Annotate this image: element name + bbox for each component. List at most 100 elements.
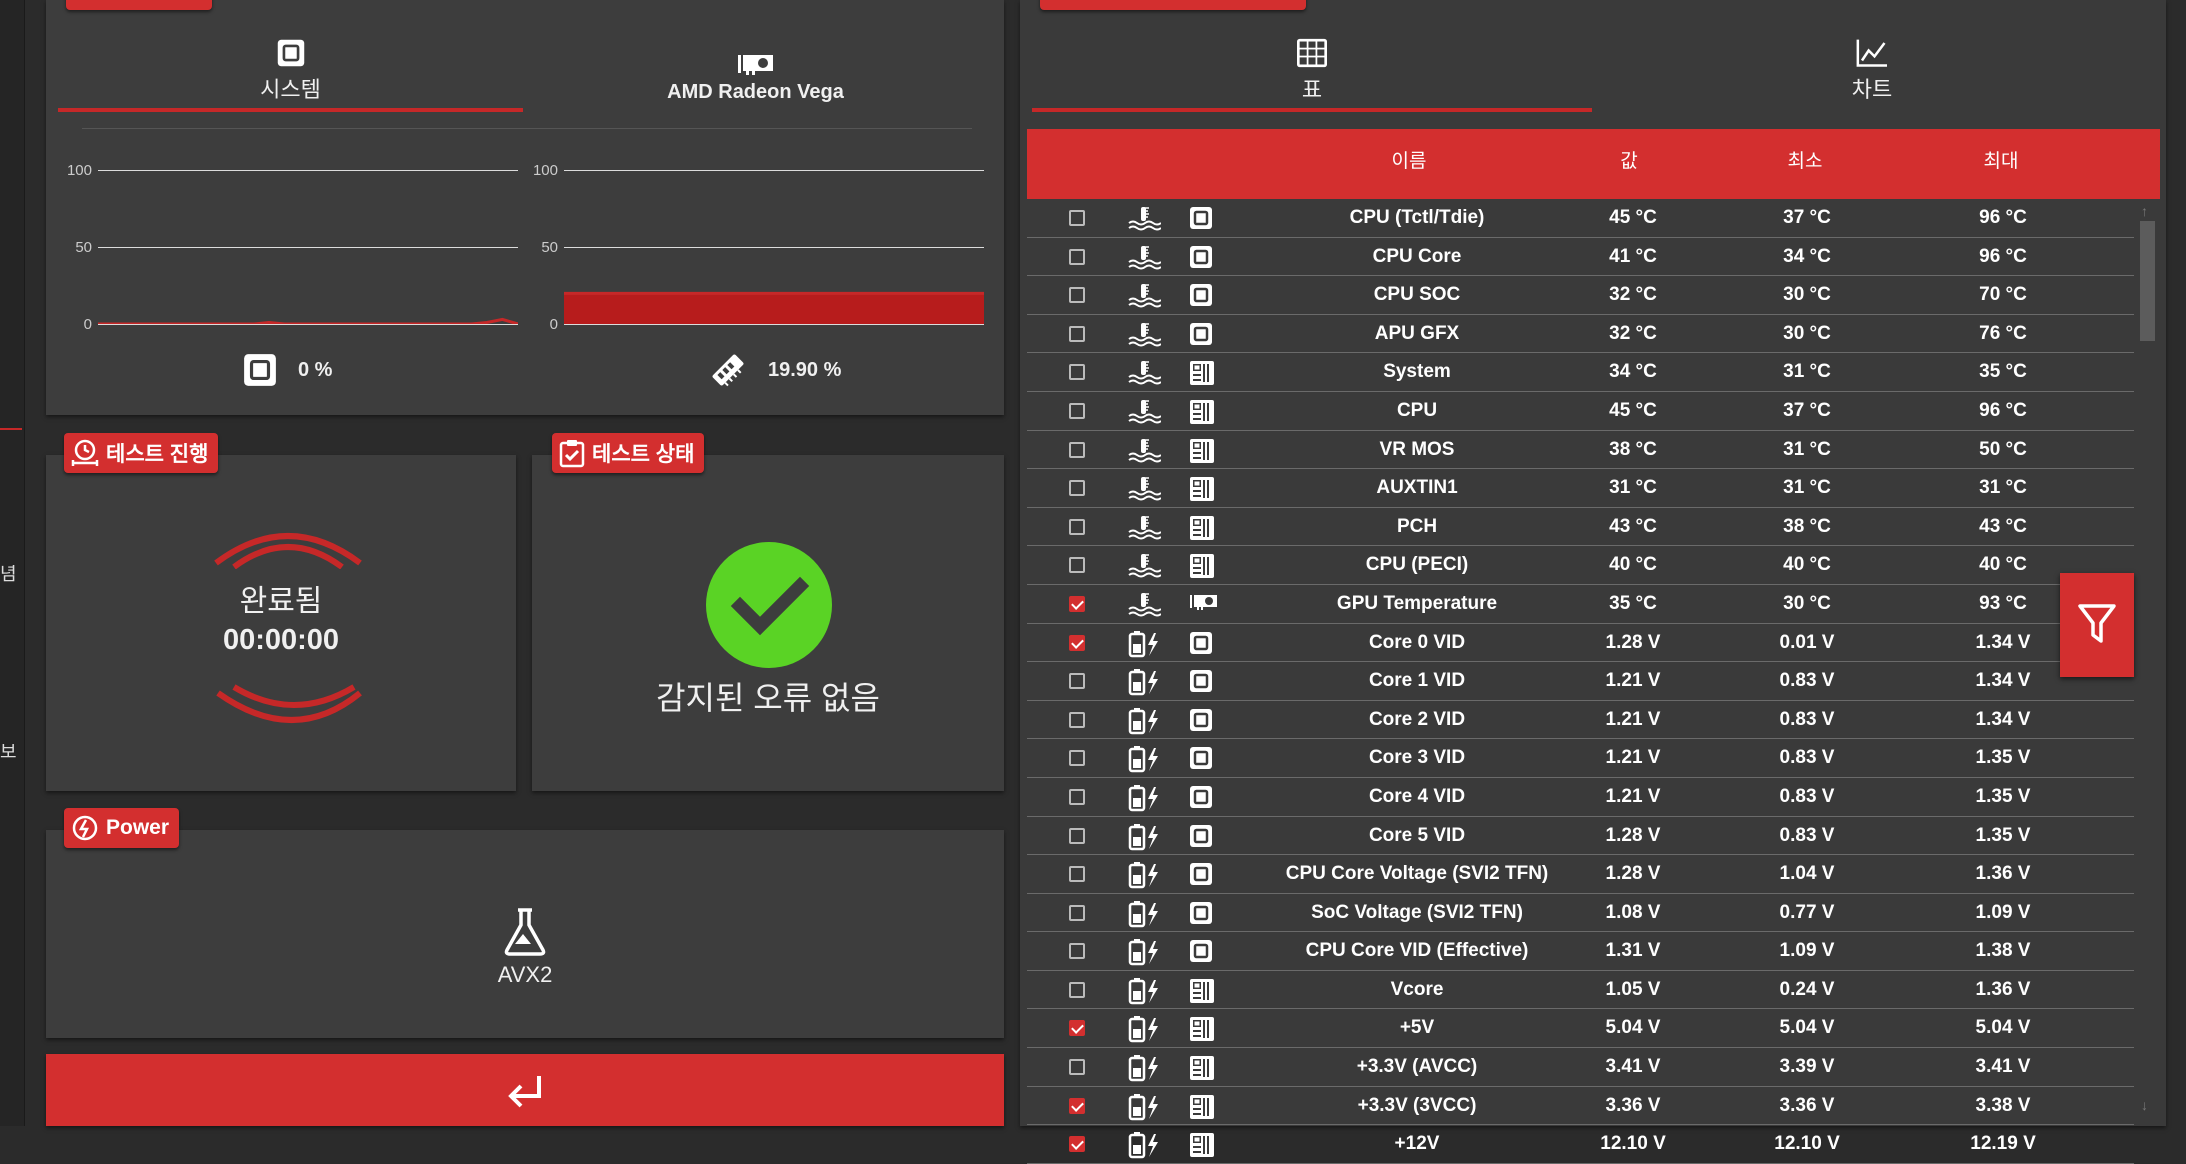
column-header-max[interactable]: 최대	[1913, 129, 2089, 199]
row-checkbox[interactable]	[1069, 788, 1085, 805]
row-checkbox[interactable]	[1069, 287, 1085, 304]
y-tick-label: 0	[83, 316, 92, 333]
row-checkbox[interactable]	[1069, 364, 1085, 381]
row-checkbox[interactable]	[1069, 750, 1085, 767]
column-header-min[interactable]: 최소	[1717, 129, 1893, 199]
row-checkbox[interactable]	[1069, 981, 1085, 998]
column-header-value[interactable]: 값	[1563, 129, 1695, 199]
sensor-min: 31 °C	[1783, 438, 1831, 460]
table-row[interactable]: +5V 5.04 V 5.04 V 5.04 V	[1027, 1009, 2134, 1049]
row-checkbox[interactable]	[1069, 441, 1085, 458]
row-checkbox[interactable]	[1069, 1059, 1085, 1076]
table-row[interactable]: Core 1 VID 1.21 V 0.83 V 1.34 V	[1027, 662, 2134, 701]
table-row[interactable]: CPU Core Voltage (SVI2 TFN) 1.28 V 1.04 V 1…	[1027, 855, 2134, 894]
sensor-min: 5.04 V	[1779, 1017, 1835, 1039]
row-checkbox[interactable]	[1069, 711, 1085, 728]
monitor-panel-badge	[66, 0, 212, 10]
row-checkbox[interactable]	[1069, 827, 1085, 844]
y-tick-label: 50	[541, 239, 558, 256]
table-row[interactable]: CPU SOC 32 °C 30 °C 70 °C	[1027, 276, 2134, 315]
table-row[interactable]: +12V 12.10 V 12.10 V 12.19 V	[1027, 1125, 2134, 1164]
table-row[interactable]: CPU (Tctl/Tdie) 45 °C 37 °C 96 °C	[1027, 199, 2134, 238]
row-checkbox[interactable]	[1069, 248, 1085, 265]
line-chart-icon	[1856, 39, 1887, 67]
sensor-value: 1.21 V	[1605, 747, 1661, 769]
sensor-name: GPU Temperature	[1336, 592, 1498, 614]
system-usage-chart: 100 50 0	[56, 160, 536, 340]
sensor-name: System	[1383, 361, 1451, 383]
enter-return-icon	[508, 1076, 541, 1108]
row-checkbox[interactable]	[1069, 904, 1085, 921]
motherboard-icon	[1189, 1132, 1215, 1163]
tab-label: AMD Radeon Vega	[667, 81, 844, 103]
chart-plot-area	[98, 317, 518, 324]
cpu-usage-readout: 0 %	[242, 352, 332, 388]
table-row[interactable]: Core 2 VID 1.21 V 0.83 V 1.34 V	[1027, 701, 2134, 740]
row-checkbox[interactable]	[1069, 595, 1085, 612]
table-row[interactable]: PCH 43 °C 38 °C 43 °C	[1027, 508, 2134, 547]
table-row[interactable]: APU GFX 32 °C 30 °C 76 °C	[1027, 315, 2134, 354]
sensor-max: 35 °C	[1979, 361, 2027, 383]
sensor-min: 0.01 V	[1779, 631, 1835, 653]
row-checkbox[interactable]	[1069, 402, 1085, 419]
row-checkbox[interactable]	[1069, 210, 1085, 226]
tab-gpu[interactable]: AMD Radeon Vega	[523, 38, 988, 104]
sensor-max: 96 °C	[1979, 245, 2027, 267]
row-checkbox[interactable]	[1069, 325, 1085, 342]
cpu-chip-icon	[1189, 862, 1213, 891]
sensor-name: +5V	[1399, 1017, 1435, 1039]
row-checkbox[interactable]	[1069, 866, 1085, 883]
test-status-badge: 테스트 상태	[552, 433, 705, 473]
row-checkbox[interactable]	[1069, 480, 1085, 497]
sensor-name: CPU (Tctl/Tdie)	[1349, 207, 1485, 228]
table-row[interactable]: AUXTIN1 31 °C 31 °C 31 °C	[1027, 469, 2134, 508]
table-row[interactable]: Core 3 VID 1.21 V 0.83 V 1.35 V	[1027, 739, 2134, 778]
row-checkbox[interactable]	[1069, 518, 1085, 535]
return-button[interactable]	[46, 1054, 1004, 1126]
row-checkbox[interactable]	[1069, 557, 1085, 574]
sidebar-edge: 념 보	[0, 0, 25, 1126]
thermometer-icon	[1127, 205, 1162, 238]
table-row[interactable]: Core 5 VID 1.28 V 0.83 V 1.35 V	[1027, 817, 2134, 856]
scrollbar-thumb[interactable]	[2140, 221, 2155, 341]
table-row[interactable]: +3.3V (3VCC) 3.36 V 3.36 V 3.38 V	[1027, 1087, 2134, 1126]
row-checkbox[interactable]	[1069, 1020, 1085, 1037]
scroll-down-icon[interactable]: ↓	[2141, 1097, 2148, 1113]
table-row[interactable]: CPU 45 °C 37 °C 96 °C	[1027, 392, 2134, 431]
y-tick-label: 0	[549, 316, 558, 333]
table-row[interactable]: CPU (PECI) 40 °C 40 °C 40 °C	[1027, 546, 2134, 585]
table-row[interactable]: Vcore 1.05 V 0.24 V 1.36 V	[1027, 971, 2134, 1010]
table-row[interactable]: CPU Core 41 °C 34 °C 96 °C	[1027, 238, 2134, 277]
table-row[interactable]: +3.3V (AVCC) 3.41 V 3.39 V 3.41 V	[1027, 1048, 2134, 1087]
sensor-max: 31 °C	[1979, 477, 2027, 499]
filter-button[interactable]	[2060, 573, 2134, 677]
column-header-name[interactable]: 이름	[1259, 129, 1559, 199]
table-row[interactable]: VR MOS 38 °C 31 °C 50 °C	[1027, 431, 2134, 470]
table-row[interactable]: GPU Temperature 35 °C 30 °C 93 °C	[1027, 585, 2134, 624]
gpu-card-icon	[1189, 592, 1219, 617]
row-checkbox[interactable]	[1069, 943, 1085, 960]
tab-system[interactable]: 시스템	[58, 38, 523, 112]
test-progress-badge: 테스트 진행	[64, 433, 219, 473]
row-checkbox[interactable]	[1069, 673, 1085, 690]
scroll-up-icon[interactable]: ↑	[2141, 203, 2148, 219]
row-checkbox[interactable]	[1069, 634, 1085, 651]
tab-chart[interactable]: 차트	[1592, 38, 2152, 104]
table-row[interactable]: SoC Voltage (SVI2 TFN) 1.08 V 0.77 V 1.09 V	[1027, 894, 2134, 933]
sensor-name: CPU SOC	[1373, 284, 1461, 306]
cpu-chip-icon	[1189, 322, 1213, 351]
sensor-min: 31 °C	[1783, 477, 1831, 499]
row-checkbox[interactable]	[1069, 1097, 1085, 1114]
table-row[interactable]: Core 4 VID 1.21 V 0.83 V 1.35 V	[1027, 778, 2134, 817]
table-row[interactable]: CPU Core VID (Effective) 1.31 V 1.09 V 1.38…	[1027, 932, 2134, 971]
sensor-table-scrollbar[interactable]: ↑ ↓	[2137, 199, 2158, 1126]
row-checkbox[interactable]	[1069, 1136, 1085, 1153]
sensor-max: 96 °C	[1979, 399, 2027, 421]
table-row[interactable]: Core 0 VID 1.28 V 0.01 V 1.34 V	[1027, 624, 2134, 663]
sensor-max: 70 °C	[1979, 284, 2027, 306]
tab-table[interactable]: 표	[1032, 38, 1592, 112]
battery-voltage-icon	[1127, 1131, 1161, 1164]
sensor-name: Core 2 VID	[1368, 708, 1466, 730]
sensor-max: 50 °C	[1979, 438, 2027, 460]
table-row[interactable]: System 34 °C 31 °C 35 °C	[1027, 353, 2134, 392]
